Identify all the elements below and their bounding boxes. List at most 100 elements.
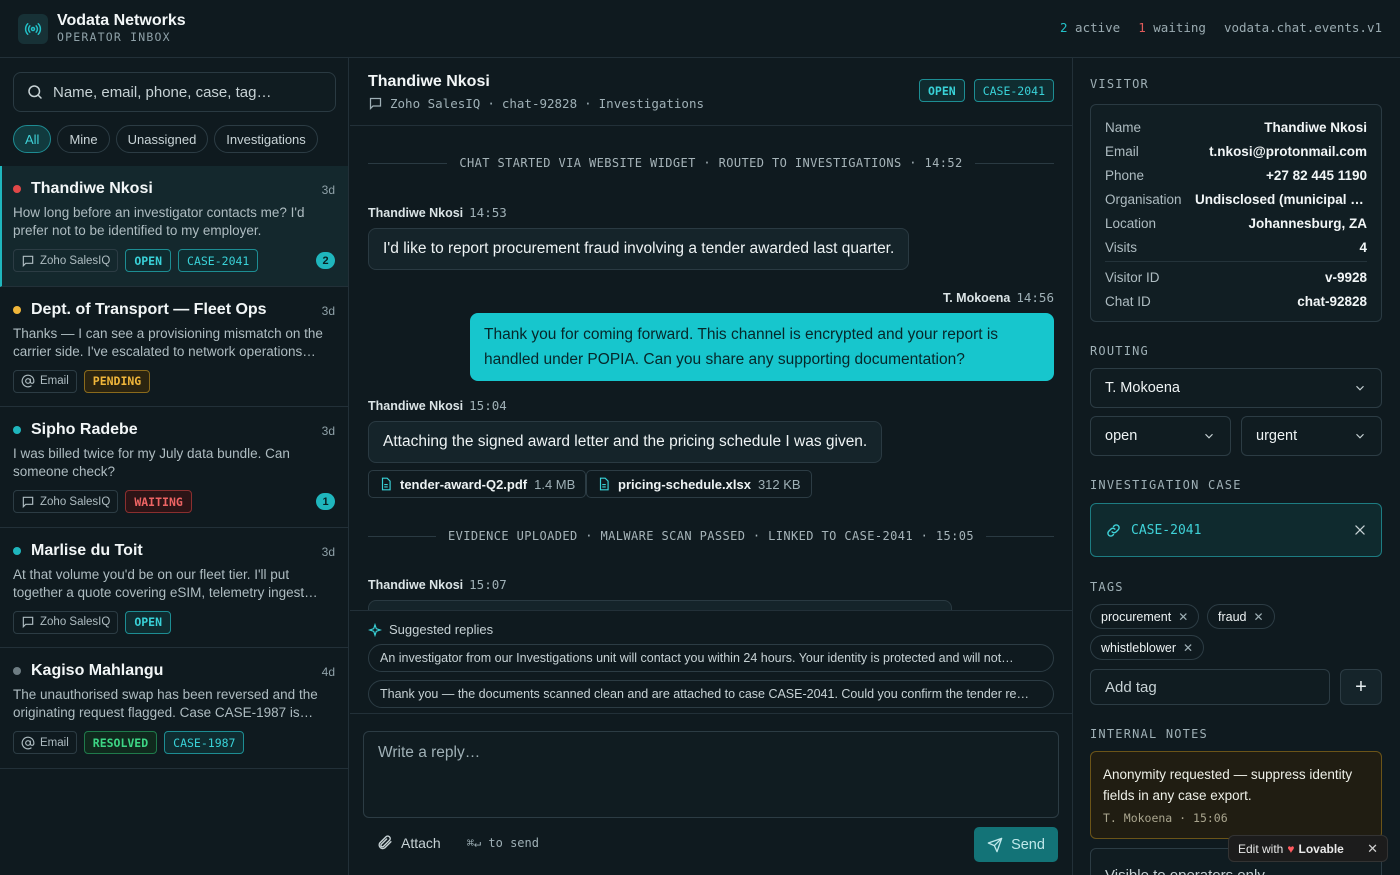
chat-status-badge: OPEN <box>918 79 965 102</box>
investigation-section-title: INVESTIGATION CASE <box>1090 478 1242 492</box>
assignee-select[interactable]: T. Mokoena <box>1090 368 1382 408</box>
plus-icon: + <box>1355 675 1367 698</box>
attachment[interactable]: pricing-schedule.xlsx 312 KB <box>586 470 812 498</box>
chat-panel: Thandiwe Nkosi Zoho SalesIQ · chat-92828 · I… <box>350 58 1073 875</box>
chat-case-badge[interactable]: CASE-2041 <box>973 79 1054 102</box>
suggested-replies-label: Suggested replies <box>368 622 493 637</box>
status-dot <box>13 426 21 434</box>
link-icon <box>1107 523 1120 537</box>
contact-name: Kagiso Mahlangu <box>31 662 164 679</box>
attachment[interactable]: tender-award-Q2.pdf 1.4 MB <box>368 470 587 498</box>
visitor-field: Name Thandiwe Nkosi <box>1105 119 1367 135</box>
source-tag: Zoho SalesIQ <box>13 490 119 513</box>
reply-composer[interactable] <box>363 731 1059 818</box>
heart-icon: ♥ <box>1287 841 1295 856</box>
message-author: Thandiwe Nkosi 14:53 <box>368 205 507 220</box>
status-badge: RESOLVED <box>83 731 158 754</box>
priority-select[interactable]: urgent <box>1241 416 1382 456</box>
case-badge: CASE-2041 <box>178 249 259 272</box>
conversation-item[interactable]: Kagiso Mahlangu 4d The unauthorised swap… <box>0 648 348 769</box>
message-preview: I was billed twice for my July data bund… <box>13 446 290 479</box>
send-hint: ⌘↵ to send <box>466 835 539 850</box>
edit-with-lovable-badge[interactable]: Edit with ♥ Lovable ✕ <box>1228 835 1388 862</box>
message-preview: Thanks — I can see a provisioning mismat… <box>13 325 323 359</box>
brand: Vodata Networks OPERATOR INBOX <box>57 12 186 45</box>
app-title: Vodata Networks <box>57 12 186 29</box>
conversation-age: 3d <box>321 544 335 559</box>
app-subtitle: OPERATOR INBOX <box>57 30 171 44</box>
conversation-item[interactable]: Sipho Radebe 3d I was billed twice for m… <box>0 407 348 528</box>
filter-investigations[interactable]: Investigations <box>214 125 318 153</box>
message-preview: How long before an investigator contacts… <box>13 205 305 238</box>
suggested-reply[interactable]: An investigator from our Investigations … <box>368 644 1054 672</box>
unread-count: 1 <box>316 493 335 510</box>
conversation-age: 3d <box>321 183 335 197</box>
file-icon <box>381 477 391 491</box>
linked-case[interactable]: CASE-2041 <box>1090 503 1382 557</box>
status-dot <box>13 185 21 193</box>
reply-input[interactable] <box>364 732 1058 817</box>
tag-chip[interactable]: fraud ✕ <box>1207 604 1275 629</box>
message-bubble-incoming: Attaching the signed award letter and th… <box>368 421 883 463</box>
filter-all[interactable]: All <box>13 125 52 153</box>
visitor-field: Email t.nkosi@protonmail.com <box>1105 143 1367 159</box>
status-select[interactable]: open <box>1090 416 1231 456</box>
status-dot <box>13 546 21 555</box>
unread-count: 2 <box>316 252 335 269</box>
event-channel: vodata.chat.events.v1 <box>1223 20 1382 35</box>
filter-unassigned[interactable]: Unassigned <box>115 125 209 153</box>
details-panel: VISITOR Name Thandiwe Nkosi Email t.nkosi@… <box>1073 58 1400 875</box>
close-icon[interactable]: ✕ <box>1367 841 1378 857</box>
add-tag-button[interactable]: + <box>1340 669 1382 705</box>
send-button[interactable]: Send <box>974 827 1058 862</box>
tags-section-title: TAGS <box>1090 580 1124 594</box>
message-author: T. Mokoena 14:56 <box>942 290 1054 305</box>
chevron-down-icon <box>1356 433 1364 439</box>
search-box[interactable] <box>13 72 336 112</box>
visitor-field: Location Johannesburg, ZA <box>1105 215 1367 231</box>
conversation-item[interactable]: Dept. of Transport — Fleet Ops 3d Thanks… <box>0 287 348 407</box>
tag-chip[interactable]: whistleblower ✕ <box>1090 635 1205 660</box>
filter-mine[interactable]: Mine <box>57 125 110 153</box>
message-author: Thandiwe Nkosi 15:07 <box>368 577 507 592</box>
filter-chips: All Mine Unassigned Investigations <box>13 125 318 153</box>
message-bubble-incoming <box>368 600 952 610</box>
visitor-field: Visits 4 <box>1105 239 1367 255</box>
status-badge: PENDING <box>83 369 151 393</box>
system-event: CHAT STARTED VIA WEBSITE WIDGET · ROUTED… <box>368 156 1055 170</box>
chevron-down-icon <box>1205 433 1213 439</box>
message-preview: At that volume you'd be on our fleet tie… <box>13 566 318 600</box>
tag-chip[interactable]: procurement ✕ <box>1090 604 1200 629</box>
at-sign-icon <box>21 374 35 388</box>
visitor-field: Organisation Undisclosed (municipal s… <box>1105 191 1367 207</box>
chat-bubble-icon <box>22 255 34 267</box>
status-bar: 2 active 1 waiting vodata.chat.events.v1 <box>1060 20 1382 35</box>
source-tag: Email <box>13 731 77 754</box>
contact-name: Dept. of Transport — Fleet Ops <box>31 300 267 318</box>
status-dot <box>13 667 21 675</box>
conversation-list: Thandiwe Nkosi 3d How long before an inv… <box>0 166 348 769</box>
suggested-reply[interactable]: Thank you — the documents scanned clean … <box>368 680 1054 708</box>
close-icon: ✕ <box>1253 609 1264 624</box>
note-text: Anonymity requested — suppress identity … <box>1103 767 1353 803</box>
paperclip-icon[interactable] <box>376 834 393 851</box>
send-icon <box>987 837 1003 852</box>
suggested-replies: Suggested replies An investigator from o… <box>350 610 1072 714</box>
internal-note: Anonymity requested — suppress identity … <box>1090 751 1382 839</box>
add-tag-input[interactable] <box>1091 670 1329 704</box>
visitor-field: Chat ID chat-92828 <box>1105 293 1367 309</box>
broadcast-icon <box>18 13 48 44</box>
close-icon: ✕ <box>1178 609 1189 624</box>
search-input[interactable] <box>53 83 323 101</box>
add-tag-field[interactable] <box>1090 669 1330 705</box>
divider <box>1105 261 1367 262</box>
sparkle-icon <box>368 622 382 637</box>
contact-name: Sipho Radebe <box>31 421 138 438</box>
conversation-item[interactable]: Thandiwe Nkosi 3d How long before an inv… <box>0 166 348 287</box>
conversation-item[interactable]: Marlise du Toit 3d At that volume you'd … <box>0 528 348 648</box>
source-tag: Zoho SalesIQ <box>13 249 119 272</box>
attach-button[interactable]: Attach <box>401 835 441 851</box>
system-event: EVIDENCE UPLOADED · MALWARE SCAN PASSED … <box>368 529 1055 543</box>
top-bar: Vodata Networks OPERATOR INBOX 2 active … <box>0 0 1400 58</box>
case-badge: CASE-1987 <box>164 731 245 754</box>
